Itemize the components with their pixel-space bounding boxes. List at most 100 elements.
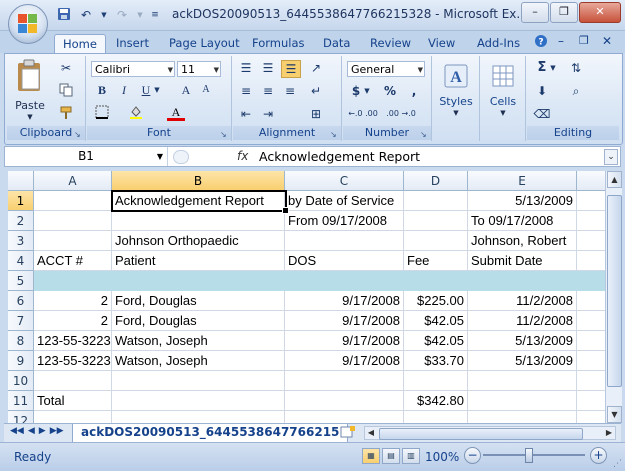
horizontal-scroll-thumb[interactable]: [379, 428, 583, 440]
cell-e2[interactable]: To 09/17/2008: [468, 211, 577, 231]
cell-b7[interactable]: Ford, Douglas: [112, 311, 285, 331]
cell-e7[interactable]: 11/2/2008: [468, 311, 577, 331]
grid-cell[interactable]: [285, 371, 404, 391]
grid-cell[interactable]: [577, 291, 605, 311]
cell-a11[interactable]: Total: [34, 391, 112, 411]
grid-cell[interactable]: [577, 391, 605, 411]
row-header[interactable]: 5: [8, 271, 34, 291]
italic-button[interactable]: I: [115, 82, 133, 98]
cell-a4[interactable]: ACCT #: [34, 251, 112, 271]
formula-bar-splitter[interactable]: [173, 150, 189, 164]
office-button[interactable]: [8, 4, 48, 44]
grid-cell[interactable]: [285, 391, 404, 411]
grid-cell[interactable]: [577, 331, 605, 351]
grid-cell[interactable]: [468, 391, 577, 411]
tab-page-layout[interactable]: Page Layout: [161, 34, 248, 53]
bold-button[interactable]: B: [93, 82, 111, 98]
number-launcher-icon[interactable]: ↘: [420, 130, 429, 139]
cell-b9[interactable]: Watson, Joseph: [112, 351, 285, 371]
ribbon-close-icon[interactable]: ✕: [602, 34, 612, 48]
cell-d7[interactable]: $42.05: [404, 311, 468, 331]
alignment-launcher-icon[interactable]: ↘: [330, 130, 339, 139]
row-header[interactable]: 3: [8, 231, 34, 251]
grid-cell[interactable]: [34, 371, 112, 391]
cell-e9[interactable]: 5/13/2009: [468, 351, 577, 371]
tab-insert[interactable]: Insert: [108, 34, 157, 53]
resize-grip-icon[interactable]: ⋰: [613, 459, 622, 469]
cell-b3[interactable]: Johnson Orthopaedic: [112, 231, 285, 251]
cell-c9[interactable]: 9/17/2008: [285, 351, 404, 371]
decrease-decimal-button[interactable]: .00 →.0: [385, 106, 417, 122]
cell-b4[interactable]: Patient: [112, 251, 285, 271]
underline-dropdown-icon[interactable]: ▼: [153, 82, 161, 98]
column-header-f[interactable]: [577, 171, 605, 191]
column-header-e[interactable]: E: [468, 171, 577, 191]
prev-sheet-icon[interactable]: ◀: [28, 426, 35, 436]
number-format-combo[interactable]: General ▼: [347, 61, 425, 77]
decrease-indent-icon[interactable]: ⇤: [237, 106, 255, 122]
normal-view-icon[interactable]: ▦: [362, 448, 380, 464]
percent-button[interactable]: %: [381, 83, 399, 99]
cell-c4[interactable]: DOS: [285, 251, 404, 271]
font-launcher-icon[interactable]: ↘: [220, 130, 229, 139]
save-icon[interactable]: [56, 7, 72, 23]
cell-e8[interactable]: 5/13/2009: [468, 331, 577, 351]
grid-cell[interactable]: [468, 411, 577, 423]
expand-formula-bar-icon[interactable]: ⌄: [604, 149, 618, 165]
scroll-right-icon[interactable]: ▶: [603, 427, 615, 439]
cell-d6[interactable]: $225.00: [404, 291, 468, 311]
grid-cell[interactable]: [34, 411, 112, 423]
spreadsheet-grid[interactable]: A B C D E 1 2 3 4 5 6 7 8 9 10 11 12 Ack…: [8, 171, 605, 423]
column-header-d[interactable]: D: [404, 171, 468, 191]
row-header[interactable]: 12: [8, 411, 34, 423]
grid-cell[interactable]: [112, 411, 285, 423]
cut-icon[interactable]: ✂: [57, 60, 75, 76]
grid-cell[interactable]: [285, 231, 404, 251]
align-left-icon[interactable]: ≡: [237, 83, 255, 99]
cells-button[interactable]: Cells ▼: [484, 62, 522, 122]
cell-e3[interactable]: Johnson, Robert: [468, 231, 577, 251]
cell-a7[interactable]: 2: [34, 311, 112, 331]
zoom-slider-thumb[interactable]: [525, 448, 533, 463]
column-header-c[interactable]: C: [285, 171, 404, 191]
help-icon[interactable]: ?: [534, 34, 548, 51]
cell-b8[interactable]: Watson, Joseph: [112, 331, 285, 351]
grid-cell[interactable]: [404, 191, 468, 211]
close-button[interactable]: ✕: [579, 2, 621, 23]
cell-c7[interactable]: 9/17/2008: [285, 311, 404, 331]
grid-cell[interactable]: [577, 411, 605, 423]
grid-cell[interactable]: [404, 411, 468, 423]
align-bottom-icon[interactable]: ☰: [281, 60, 301, 78]
next-sheet-icon[interactable]: ▶: [39, 426, 46, 436]
insert-function-button[interactable]: fx: [237, 149, 248, 163]
cell-a8[interactable]: 123-55-3223: [34, 331, 112, 351]
grid-cell[interactable]: [577, 191, 605, 211]
grid-cell[interactable]: [577, 351, 605, 371]
column-header-b[interactable]: B: [112, 171, 285, 191]
borders-icon[interactable]: [93, 105, 111, 121]
fill-icon[interactable]: ⬇: [533, 83, 551, 99]
row-header[interactable]: 2: [8, 211, 34, 231]
fill-color-icon[interactable]: [127, 105, 145, 121]
grid-cell[interactable]: [112, 371, 285, 391]
cell-d8[interactable]: $42.05: [404, 331, 468, 351]
cell-a9[interactable]: 123-55-3223: [34, 351, 112, 371]
center-icon[interactable]: ≡: [259, 83, 277, 99]
page-break-view-icon[interactable]: ▥: [402, 448, 420, 464]
cell-c1[interactable]: by Date of Service: [285, 191, 404, 211]
column-header-a[interactable]: A: [34, 171, 112, 191]
cell-b1[interactable]: Acknowledgement Report: [112, 191, 285, 211]
grid-cell[interactable]: [34, 231, 112, 251]
cell-d9[interactable]: $33.70: [404, 351, 468, 371]
shrink-font-button[interactable]: A: [197, 82, 215, 98]
grid-cell[interactable]: [468, 371, 577, 391]
row-header[interactable]: 8: [8, 331, 34, 351]
grid-cell[interactable]: [404, 231, 468, 251]
undo-icon[interactable]: ↶: [78, 7, 94, 23]
sheet-tab[interactable]: ackDOS20090513_6445538647766215: [72, 424, 349, 443]
find-select-icon[interactable]: ⌕: [567, 83, 585, 99]
ribbon-minimize-icon[interactable]: –: [558, 34, 564, 48]
vertical-scroll-thumb[interactable]: [607, 195, 622, 387]
minimize-button[interactable]: –: [521, 2, 549, 23]
zoom-slider-track[interactable]: [483, 454, 585, 456]
